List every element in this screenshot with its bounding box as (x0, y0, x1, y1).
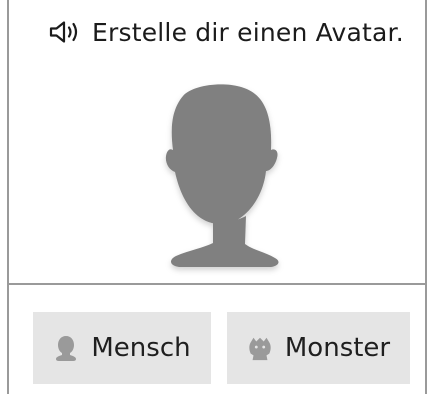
speaker-icon[interactable] (48, 18, 82, 46)
human-head-icon (53, 334, 79, 362)
avatar-area-divider (7, 283, 427, 285)
monster-head-icon (247, 334, 273, 362)
panel-left-border (7, 0, 9, 394)
prompt-text: Erstelle dir einen Avatar. (92, 17, 404, 47)
human-avatar-button[interactable]: Mensch (33, 312, 211, 384)
monster-avatar-button[interactable]: Monster (227, 312, 410, 384)
avatar-creation-panel: Erstelle dir einen Avatar. Mensch Monste… (0, 0, 436, 394)
monster-button-label: Monster (284, 333, 391, 363)
avatar-silhouette-icon (165, 84, 279, 267)
human-button-label: Mensch (91, 333, 191, 363)
avatar-preview (145, 80, 291, 278)
audio-prompt[interactable]: Erstelle dir einen Avatar. (48, 14, 404, 50)
panel-right-border (425, 0, 427, 394)
